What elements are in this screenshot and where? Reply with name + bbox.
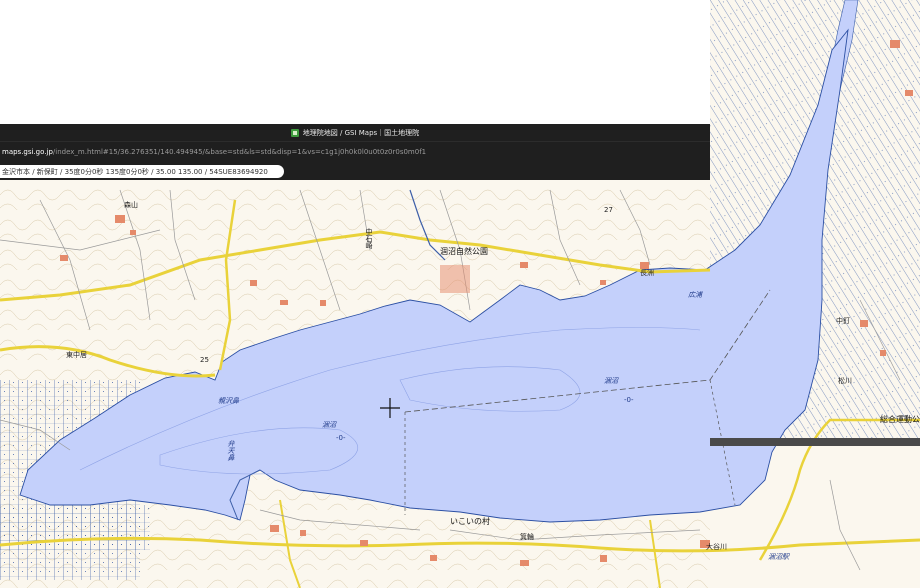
- label-sports: 総合運動公: [880, 415, 920, 424]
- label-hirose: 広浦: [688, 291, 702, 299]
- label-kugiyasu: 中釘: [836, 317, 850, 325]
- location-search-input[interactable]: 金沢市本 / 新保町 / 35度0分0秒 135度0分0秒 / 35.00 13…: [0, 165, 284, 178]
- panel-divider: [710, 438, 920, 446]
- label-depth-center: -0-: [336, 434, 346, 442]
- label-hinuma-east: 涸沼: [604, 377, 618, 385]
- gsi-favicon-icon: [290, 128, 299, 137]
- browser-chrome: 地理院地図 / GSI Maps｜国土地理院 maps.gsi.go.jp/in…: [0, 124, 710, 180]
- label-nakaishi: 中石崎: [365, 228, 373, 249]
- window-title: 地理院地図 / GSI Maps｜国土地理院: [302, 128, 420, 137]
- label-hinuma-center: 涸沼: [322, 421, 336, 429]
- url-path: /index_m.html#15/36.276351/140.494945/&b…: [52, 148, 427, 156]
- label-river-ohara: 大谷川: [706, 543, 727, 551]
- label-benten: 弁天鼻: [227, 440, 235, 461]
- label-hinuma-station: 涸沼駅: [768, 553, 789, 561]
- label-depth-east: -0-: [624, 396, 634, 404]
- label-elev-2: 27: [604, 206, 613, 214]
- label-ikoi: いこいの村: [450, 517, 490, 526]
- url-host: maps.gsi.go.jp: [2, 148, 53, 156]
- blank-area-top: [0, 0, 710, 124]
- label-mino: 箕輪: [520, 533, 534, 541]
- address-bar[interactable]: maps.gsi.go.jp/index_m.html#15/36.276351…: [0, 141, 710, 162]
- window-title-bar: 地理院地図 / GSI Maps｜国土地理院: [0, 124, 710, 141]
- label-higashi: 東中居: [66, 351, 87, 359]
- label-oshiga: 親沢鼻: [218, 397, 239, 405]
- label-nagasu: 長洲: [640, 269, 654, 277]
- label-moriyama: 森山: [124, 201, 138, 209]
- label-matsukawa: 松川: [838, 377, 852, 385]
- label-park: 涸沼自然公園: [440, 247, 488, 256]
- label-elev-1: 25: [200, 356, 209, 364]
